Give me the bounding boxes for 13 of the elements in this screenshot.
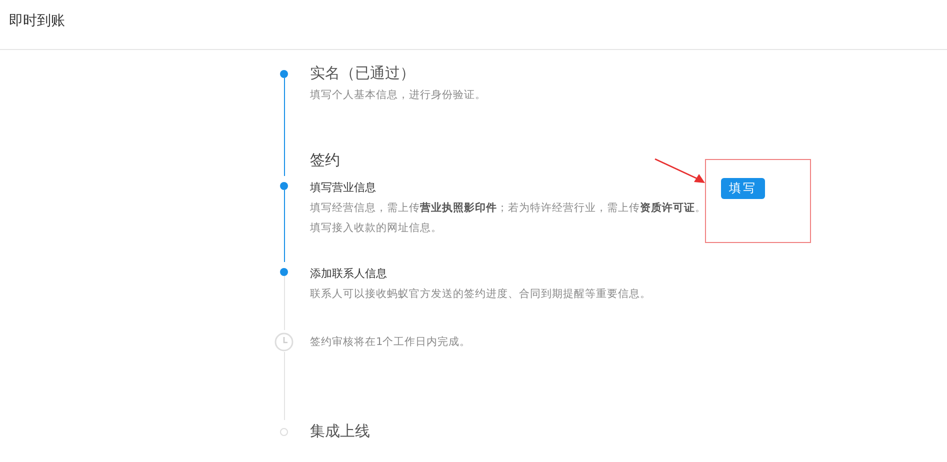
- step-title: 实名（已通过）: [310, 63, 416, 83]
- page-title: 即时到账: [9, 12, 65, 30]
- fill-in-button[interactable]: 填写: [721, 178, 765, 199]
- pointer-arrow: [654, 158, 706, 186]
- notice-text: 签约审核将在1个工作日内完成。: [310, 335, 472, 350]
- step-description: 联系人可以接收蚂蚁官方发送的签约进度、合同到期提醒等重要信息。: [310, 287, 652, 302]
- step-title: 集成上线: [310, 421, 371, 441]
- step-title: 添加联系人信息: [310, 266, 388, 282]
- step-description: 填写个人基本信息，进行身份验证。: [310, 88, 487, 103]
- step-description: 填写接入收款的网址信息。: [310, 221, 443, 236]
- step-description: 填写经营信息，需上传营业执照影印件；若为特许经营行业，需上传资质许可证。: [310, 201, 705, 216]
- step-title: 填写营业信息: [310, 180, 377, 196]
- section-title: 签约: [310, 150, 341, 170]
